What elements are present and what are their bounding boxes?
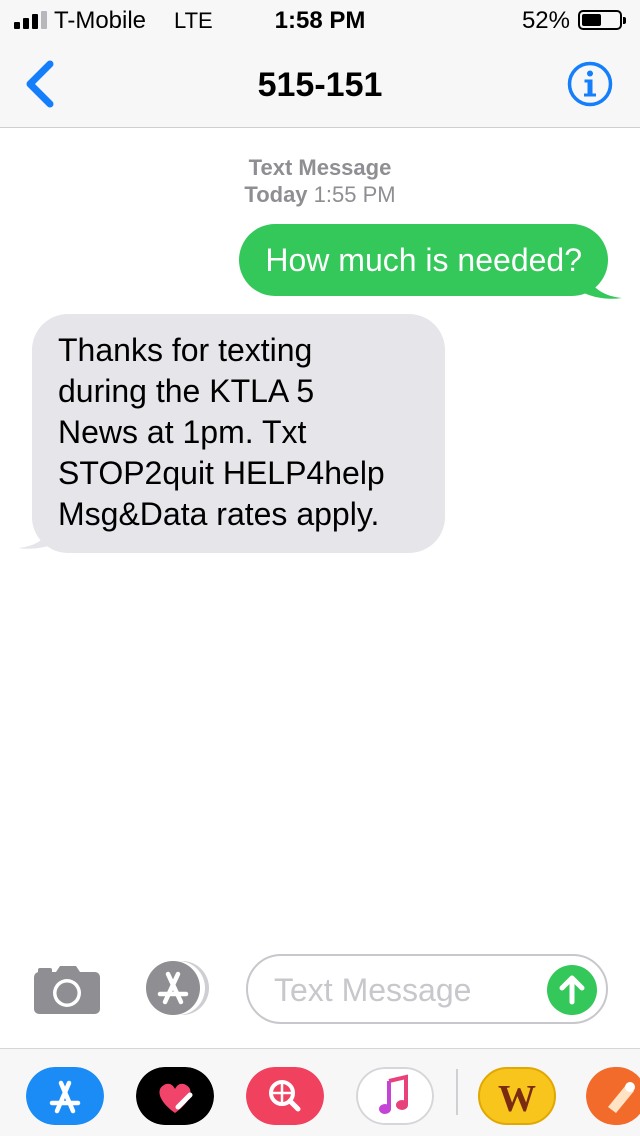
battery-icon (578, 10, 626, 30)
info-circle-icon (567, 61, 613, 107)
status-bar: T-Mobile LTE 1:58 PM 52% (0, 0, 640, 40)
day-label: Today (244, 182, 308, 207)
messages-screen: T-Mobile LTE 1:58 PM 52% 515-151 Text Me… (0, 0, 640, 1136)
message-line: Msg&Data rates apply. (58, 496, 380, 532)
game-app-icon[interactable] (586, 1067, 640, 1125)
message-input-placeholder: Text Message (274, 972, 472, 1008)
words-game-label: W (498, 1078, 536, 1120)
conversation-header: 515-151 (0, 40, 640, 128)
message-line: during the KTLA 5 (58, 373, 315, 409)
app-store-icon (146, 961, 209, 1015)
message-line: News at 1pm. Txt (58, 414, 307, 450)
imessage-app-drawer: W (0, 1048, 640, 1136)
message-line: STOP2quit HELP4help (58, 455, 385, 491)
time-label: 1:55 PM (313, 182, 396, 207)
digital-touch-icon[interactable] (136, 1067, 214, 1125)
message-text: How much is needed? (265, 242, 582, 278)
apps-button[interactable] (140, 960, 214, 1016)
send-arrow-icon (547, 965, 597, 1015)
drawer-divider (456, 1069, 458, 1115)
camera-button[interactable] (34, 964, 100, 1014)
camera-icon (34, 966, 100, 1014)
battery-percent: 52% (521, 7, 570, 34)
music-icon[interactable] (356, 1067, 434, 1125)
incoming-message-bubble[interactable]: Thanks for texting during the KTLA 5 New… (32, 314, 445, 553)
details-button[interactable] (566, 60, 614, 108)
message-line: Thanks for texting (58, 332, 313, 368)
outgoing-message-bubble[interactable]: How much is needed? (239, 224, 608, 296)
thread-timestamp: Text Message Today 1:55 PM (0, 154, 640, 208)
words-game-icon[interactable]: W (478, 1067, 556, 1125)
image-search-icon[interactable] (246, 1067, 324, 1125)
contact-title[interactable]: 515-151 (0, 66, 640, 105)
send-button[interactable] (547, 965, 597, 1015)
service-label: Text Message (248, 155, 392, 180)
message-input[interactable]: Text Message (246, 954, 608, 1024)
app-store-icon[interactable] (26, 1067, 104, 1125)
